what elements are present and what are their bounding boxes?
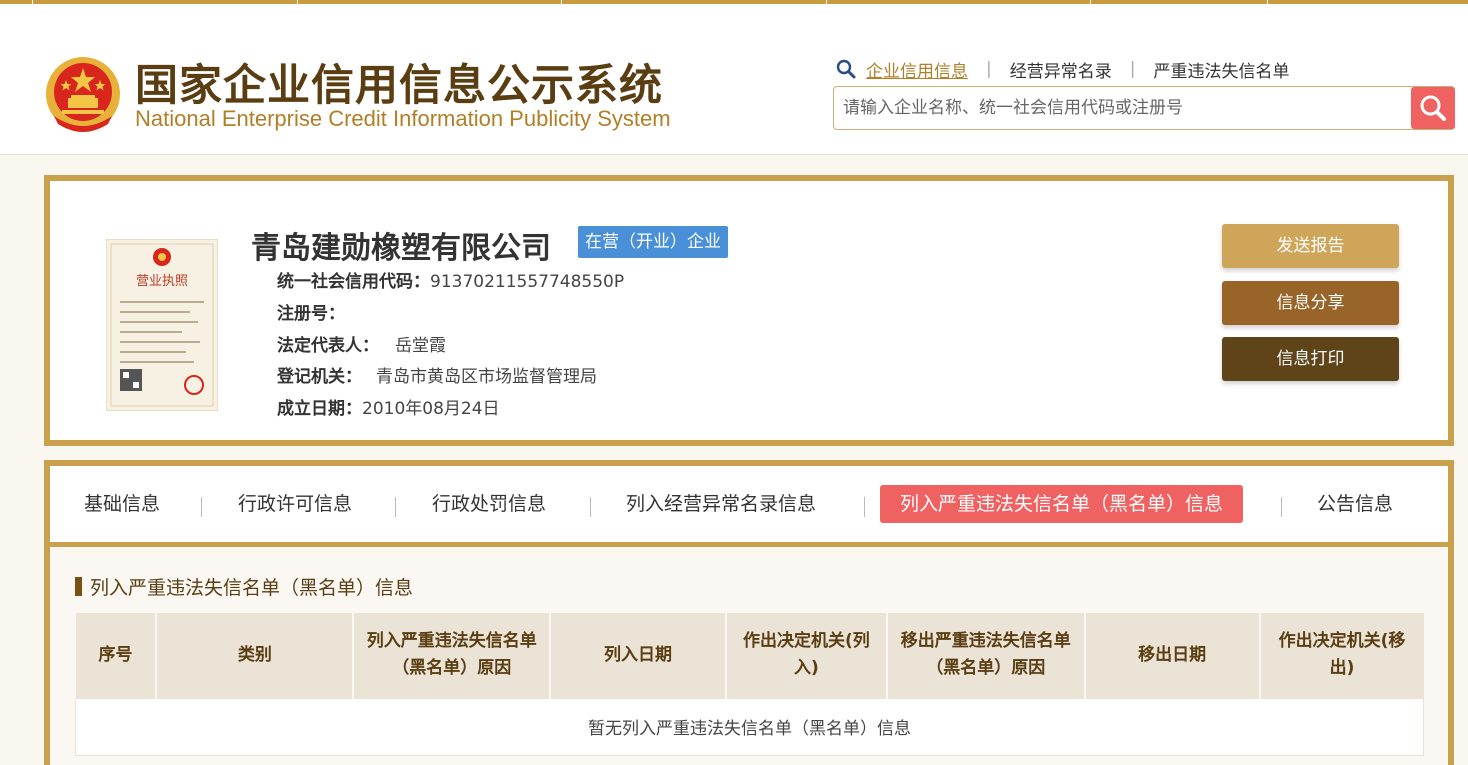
col-listing-authority: 作出决定机关(列入) (725, 613, 888, 698)
info-reg-number: 注册号： (277, 304, 345, 324)
business-license-image[interactable]: 营业执照 (106, 239, 218, 411)
col-removal-date: 移出日期 (1084, 613, 1261, 698)
col-removal-authority: 作出决定机关(移出) (1259, 613, 1424, 698)
blacklist-table: 序号 类别 列入严重违法失信名单（黑名单）原因 列入日期 作出决定机关(列入) … (75, 613, 1424, 756)
tab-admin-license[interactable]: 行政许可信息 (238, 485, 352, 523)
status-badge: 在营（开业）企业 (578, 226, 728, 258)
col-listing-date: 列入日期 (550, 613, 727, 698)
tab-abnormal-list[interactable]: 列入经营异常名录信息 (626, 485, 816, 523)
emblem-icon (46, 57, 120, 132)
link-separator: | (1129, 59, 1136, 79)
tab-announcement[interactable]: 公告信息 (1317, 485, 1393, 523)
tab-blacklist[interactable]: 列入严重违法失信名单（黑名单）信息 (880, 485, 1244, 523)
section-marker (75, 576, 82, 596)
magnifier-icon (1420, 95, 1446, 121)
section-title: 列入严重违法失信名单（黑名单）信息 (75, 574, 413, 599)
site-title-cn: 国家企业信用信息公示系统 (135, 61, 663, 111)
tab-admin-penalty[interactable]: 行政处罚信息 (432, 485, 546, 523)
col-category: 类别 (156, 613, 355, 698)
tab-separator (864, 497, 865, 517)
info-credit-code: 统一社会信用代码：91370211557748550P (277, 272, 625, 292)
blacklist-section: 列入严重违法失信名单（黑名单）信息 序号 类别 列入严重违法失信名单（黑名单）原… (50, 547, 1448, 765)
link-abnormal-list[interactable]: 经营异常名录 (1010, 57, 1112, 82)
company-name: 青岛建勋橡塑有限公司 (251, 231, 551, 266)
link-blacklist[interactable]: 严重违法失信名单 (1153, 57, 1289, 82)
col-index: 序号 (75, 613, 158, 698)
tab-separator (395, 497, 396, 517)
search-input[interactable] (834, 87, 1409, 129)
info-legal-rep: 法定代表人： 岳堂霞 (277, 336, 446, 356)
info-established: 成立日期：2010年08月24日 (277, 399, 500, 419)
col-removal-reason: 移出严重违法失信名单（黑名单）原因 (886, 613, 1086, 698)
search-icon (836, 59, 856, 79)
company-summary-card: 营业执照 青岛建勋橡塑有限公司 在营（开业）企业 统一社会信用代码：913702… (44, 175, 1454, 446)
print-info-button[interactable]: 信息打印 (1222, 337, 1399, 381)
tab-separator (1281, 497, 1282, 517)
empty-message: 暂无列入严重违法失信名单（黑名单）信息 (75, 697, 1424, 756)
tab-basic-info[interactable]: 基础信息 (84, 485, 160, 523)
site-title-en: National Enterprise Credit Information P… (135, 106, 671, 131)
tab-separator (201, 497, 202, 517)
link-separator: | (986, 59, 992, 79)
info-authority: 登记机关： 青岛市黄岛区市场监督管理局 (277, 367, 597, 387)
link-enterprise-credit[interactable]: 企业信用信息 (866, 57, 968, 82)
search-button[interactable] (1411, 87, 1455, 129)
detail-card: 基础信息 行政许可信息 行政处罚信息 列入经营异常名录信息 列入严重违法失信名单… (44, 460, 1454, 765)
share-info-button[interactable]: 信息分享 (1222, 281, 1399, 325)
tab-bar: 基础信息 行政许可信息 行政处罚信息 列入经营异常名录信息 列入严重违法失信名单… (50, 466, 1448, 542)
table-row: 暂无列入严重违法失信名单（黑名单）信息 (75, 697, 1424, 756)
license-title: 营业执照 (136, 274, 188, 289)
search-type-links: 企业信用信息 | 经营异常名录 | 严重违法失信名单 (836, 57, 1289, 82)
search-box (833, 86, 1455, 130)
table-header-row: 序号 类别 列入严重违法失信名单（黑名单）原因 列入日期 作出决定机关(列入) … (75, 613, 1424, 698)
col-listing-reason: 列入严重违法失信名单（黑名单）原因 (353, 613, 552, 698)
site-header: 国家企业信用信息公示系统 National Enterprise Credit … (0, 4, 1468, 155)
send-report-button[interactable]: 发送报告 (1222, 224, 1399, 268)
tab-separator (590, 497, 591, 517)
